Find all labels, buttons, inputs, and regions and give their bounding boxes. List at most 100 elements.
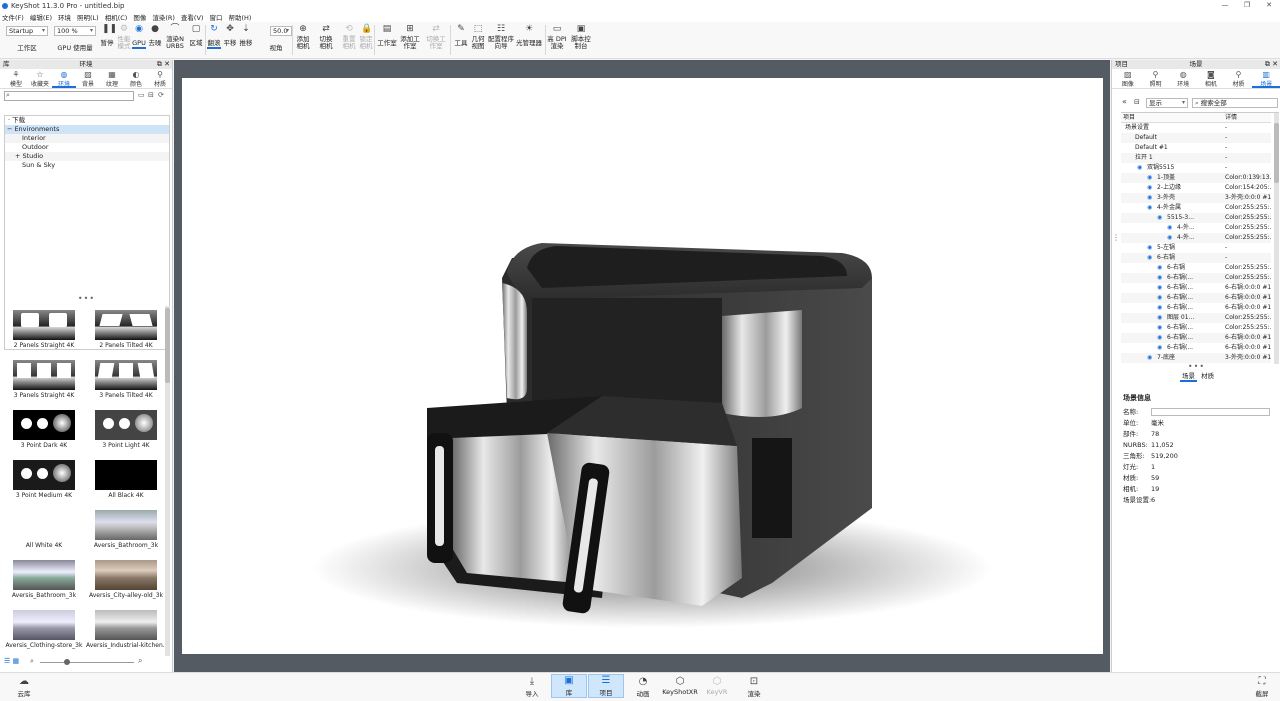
zoom-select[interactable]: 100 %	[54, 26, 96, 36]
slider-handle[interactable]	[64, 659, 70, 665]
import-folder-icon[interactable]: ⊟	[148, 91, 154, 99]
tab-environment[interactable]: ◍ 环境	[1169, 69, 1197, 88]
pause-button[interactable]: ❚❚ 暂停	[100, 24, 118, 47]
scene-tree-row[interactable]: Default -	[1121, 133, 1271, 143]
scene-tree-row[interactable]: ◉ 6-右锅 -	[1121, 253, 1271, 263]
render-nurbs-button[interactable]: ⌒ 渲染NURBS	[164, 24, 186, 50]
scene-tree-row[interactable]: 拉开 1 -	[1121, 153, 1271, 163]
scene-tree-row[interactable]: ◉ 6-右锅(... 6-右锅:0:0:0 #1	[1121, 343, 1271, 353]
keyshotxr-button[interactable]: ⬡ KeyShotXR	[662, 676, 698, 696]
scene-tree-row[interactable]: ◉ 2-上边缘 Color:154:205:...	[1121, 183, 1271, 193]
menu-help[interactable]: 帮助(H)	[228, 12, 251, 22]
scene-tree-row[interactable]: ◉ 3-外壳 3-外壳:0:0:0 #1	[1121, 193, 1271, 203]
folder-icon[interactable]: ▭	[138, 91, 145, 99]
subtab-material[interactable]: 材质	[1199, 372, 1216, 380]
thumbnail-item[interactable]: Aversis_Industrial-kitchen...	[86, 606, 169, 656]
menu-window[interactable]: 窗口	[209, 12, 222, 22]
zoom-in-icon[interactable]: ⌕	[138, 656, 142, 666]
scene-tree-row[interactable]: ◉ 6-右锅 Color:255:255:...	[1121, 263, 1271, 273]
name-field[interactable]	[1151, 408, 1270, 416]
switch-camera-button[interactable]: ⇄ 切换相机	[317, 24, 335, 50]
import-button[interactable]: ⤓ 导入	[514, 676, 550, 698]
add-studio-button[interactable]: ⊞ 添加工作室	[400, 24, 420, 50]
tab-models[interactable]: ⚘ 模型	[4, 69, 28, 88]
collapse-all-icon[interactable]: «	[1122, 97, 1127, 106]
panel-collapse-handle[interactable]: ⋮	[1112, 234, 1120, 242]
visibility-eye-icon[interactable]: ◉	[1167, 233, 1172, 243]
tab-environments[interactable]: ◍ 环境	[52, 69, 76, 88]
menu-environment[interactable]: 环境	[58, 12, 71, 22]
real-time-viewport[interactable]	[182, 78, 1103, 654]
tab-lighting[interactable]: ⚲ 照明	[1142, 69, 1170, 88]
tab-backplates[interactable]: ▨ 背景	[76, 69, 100, 88]
thumbnail-item[interactable]: 3 Panels Straight 4K	[4, 356, 84, 406]
scene-tree-row[interactable]: ◉ 6-右锅(... 6-右锅:0:0:0 #1	[1121, 293, 1271, 303]
thumbnail-item[interactable]: Aversis_Bathroom_3k	[4, 556, 84, 606]
tree-item-studio[interactable]: + Studio	[5, 152, 169, 161]
thumbnail-item[interactable]: All Black 4K	[86, 456, 166, 506]
geometry-view-button[interactable]: ⬚ 几何视图	[470, 24, 486, 50]
scene-tree-row[interactable]: ◉ 6-右锅(... Color:255:255:...	[1121, 273, 1271, 283]
visibility-eye-icon[interactable]: ◉	[1167, 223, 1172, 233]
visibility-eye-icon[interactable]: ◉	[1147, 243, 1152, 253]
performance-mode-button[interactable]: ⚙ 性能模式	[117, 24, 131, 50]
screenshot-button[interactable]: ⛶ 截屏	[1244, 676, 1280, 698]
add-camera-button[interactable]: ⊕ 添加相机	[294, 24, 312, 50]
visibility-eye-icon[interactable]: ◉	[1157, 293, 1162, 303]
visibility-eye-icon[interactable]: ◉	[1137, 163, 1142, 173]
light-manager-button[interactable]: ☀ 光管理器	[515, 24, 543, 47]
thumbnail-item[interactable]: 3 Point Medium 4K	[4, 456, 84, 506]
refresh-icon[interactable]: ⟳	[158, 91, 164, 99]
scene-tree-row[interactable]: ◉ 5-左锅 -	[1121, 243, 1271, 253]
tree-view-icon[interactable]: ⊟	[1134, 98, 1140, 106]
scene-filter-select[interactable]: 显示	[1146, 98, 1188, 108]
scene-tree-row[interactable]: ◉ 1-顶盖 Color:0:139:13...	[1121, 173, 1271, 183]
scene-tree-row[interactable]: 场景设置 -	[1121, 123, 1271, 133]
thumbnail-item[interactable]: Aversis_Clothing-store_3k	[4, 606, 84, 656]
menu-edit[interactable]: 编辑(E)	[30, 12, 52, 22]
tab-materials[interactable]: ⚲ 材质	[148, 69, 172, 88]
scene-tree-row[interactable]: ◉ 6-右锅(... 6-右锅:0:0:0 #1	[1121, 333, 1271, 343]
scene-tree-row[interactable]: ◉ 6-右锅(... Color:255:255:...	[1121, 323, 1271, 333]
visibility-eye-icon[interactable]: ◉	[1157, 333, 1162, 343]
tools-button[interactable]: ✎ 工具	[454, 24, 468, 47]
switch-studio-button[interactable]: ⇄ 切换工作室	[426, 24, 446, 50]
scene-tree-row[interactable]: ◉ 5515-3... Color:255:255:...	[1121, 213, 1271, 223]
tree-item-environments[interactable]: − Environments	[5, 125, 169, 134]
menu-view[interactable]: 查看(V)	[181, 12, 204, 22]
menu-image[interactable]: 图像	[133, 12, 146, 22]
lock-camera-button[interactable]: 🔒 锁定相机	[357, 24, 375, 50]
scene-tree-row[interactable]: Default #1 -	[1121, 143, 1271, 153]
visibility-eye-icon[interactable]: ◉	[1157, 283, 1162, 293]
fov-input[interactable]: 50.0	[270, 26, 292, 36]
tumble-button[interactable]: ↻ 翻滚	[207, 24, 221, 49]
menu-file[interactable]: 文件(F)	[2, 12, 24, 22]
keyvr-button[interactable]: ⬡ KeyVR	[699, 676, 735, 696]
scene-tree-row[interactable]: ◉ 双锅5515 -	[1121, 163, 1271, 173]
config-wizard-button[interactable]: ☷ 配置程序向导	[488, 24, 514, 50]
scene-tree-row[interactable]: ◉ 4-外... Color:255:255:...	[1121, 233, 1271, 243]
thumbnail-item[interactable]: Aversis_Bathroom_3k	[86, 506, 166, 556]
thumbnail-item[interactable]: 2 Panels Straight 4K	[4, 306, 84, 356]
scene-search-input[interactable]: ⌕ 搜索全部	[1192, 98, 1278, 108]
scene-tree-row[interactable]: ◉ 图层 01... Color:255:255:...	[1121, 313, 1271, 323]
scene-tree-row[interactable]: ◉ 6-右锅(... 6-右锅:0:0:0 #1	[1121, 303, 1271, 313]
thumbnail-size-slider[interactable]	[40, 662, 134, 663]
visibility-eye-icon[interactable]: ◉	[1147, 253, 1152, 263]
cloud-library-button[interactable]: ☁ 云库	[6, 676, 42, 698]
visibility-eye-icon[interactable]: ◉	[1147, 173, 1152, 183]
studio-button[interactable]: ▤ 工作室	[376, 24, 398, 47]
pan-button[interactable]: ✥ 平移	[223, 24, 237, 47]
visibility-eye-icon[interactable]: ◉	[1157, 273, 1162, 283]
thumbnail-item[interactable]: 2 Panels Tilted 4K	[86, 306, 166, 356]
visibility-eye-icon[interactable]: ◉	[1157, 313, 1162, 323]
denoise-button[interactable]: ● 去噪	[148, 24, 162, 47]
maximize-button[interactable]: ❐	[1236, 0, 1258, 11]
visibility-eye-icon[interactable]: ◉	[1157, 323, 1162, 333]
tree-item-downloads[interactable]: · 下载	[5, 116, 169, 125]
region-button[interactable]: ▢ 区域	[189, 24, 203, 47]
script-console-button[interactable]: ▣ 脚本控制台	[571, 24, 591, 50]
thumbnail-scrollbar[interactable]	[165, 306, 170, 656]
splitter-handle[interactable]: •••	[0, 294, 173, 303]
thumbnail-item[interactable]: 3 Point Light 4K	[86, 406, 166, 456]
